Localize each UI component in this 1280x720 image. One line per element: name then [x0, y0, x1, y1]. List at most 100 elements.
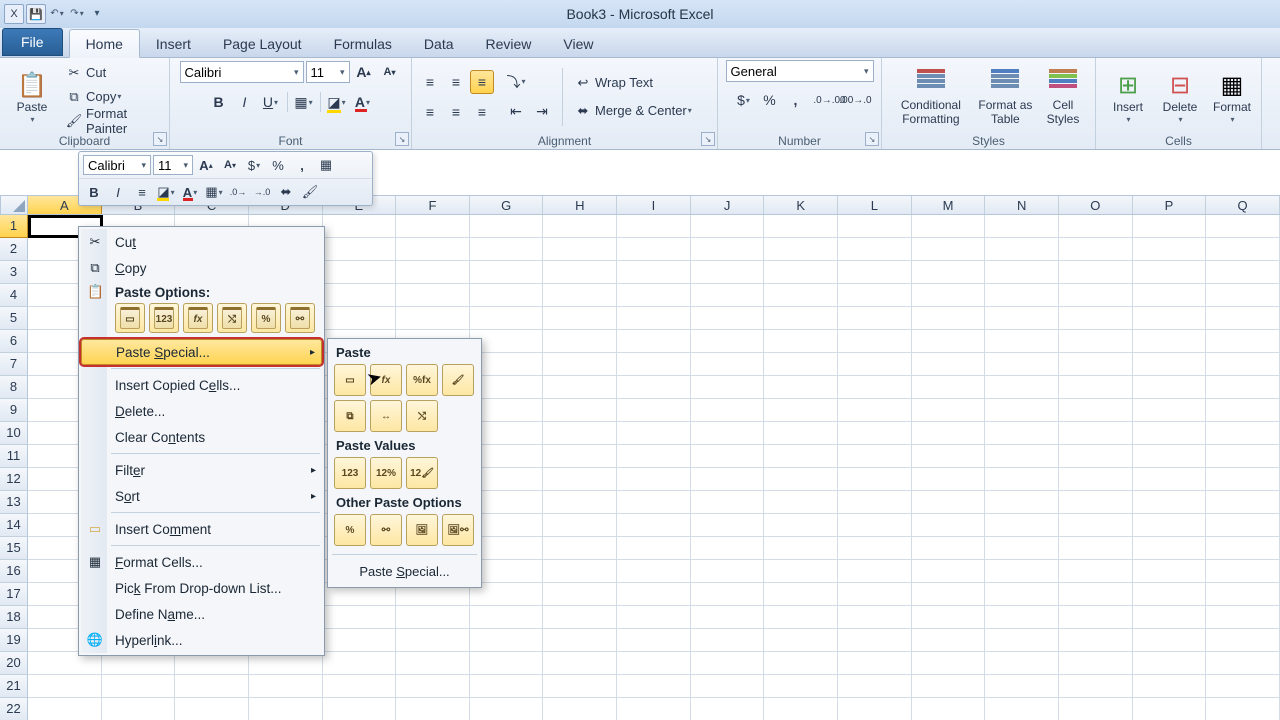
cell[interactable]: [1133, 468, 1207, 491]
cell[interactable]: [1133, 560, 1207, 583]
cell[interactable]: [691, 215, 765, 238]
cell[interactable]: [617, 376, 691, 399]
sub-values-number[interactable]: 12%: [370, 457, 402, 489]
cell[interactable]: [764, 491, 838, 514]
row-header-9[interactable]: 9: [0, 399, 28, 422]
sub-other-formatting[interactable]: %: [334, 514, 366, 546]
mini-font-color-icon[interactable]: A▾: [179, 181, 201, 203]
cell[interactable]: [1059, 491, 1133, 514]
cell[interactable]: [691, 422, 765, 445]
cell[interactable]: [617, 284, 691, 307]
cell[interactable]: [1133, 284, 1207, 307]
cell[interactable]: [1133, 399, 1207, 422]
cell[interactable]: [1059, 514, 1133, 537]
sub-paste-formulas-number[interactable]: %fx: [406, 364, 438, 396]
cell[interactable]: [470, 215, 544, 238]
cell[interactable]: [396, 629, 470, 652]
tab-review[interactable]: Review: [470, 30, 548, 57]
cell[interactable]: [543, 560, 617, 583]
borders-button[interactable]: ▦▾: [292, 90, 316, 114]
cell[interactable]: [691, 330, 765, 353]
cell[interactable]: [838, 353, 912, 376]
cell[interactable]: [1059, 698, 1133, 720]
cell[interactable]: [985, 445, 1059, 468]
cell[interactable]: [985, 376, 1059, 399]
cell[interactable]: [985, 238, 1059, 261]
cell[interactable]: [1059, 445, 1133, 468]
cell[interactable]: [1059, 284, 1133, 307]
cell[interactable]: [617, 238, 691, 261]
cell[interactable]: [838, 514, 912, 537]
cell[interactable]: [985, 698, 1059, 720]
insert-cells-button[interactable]: ⊞Insert▾: [1102, 67, 1154, 125]
cell[interactable]: [691, 399, 765, 422]
cell[interactable]: [691, 652, 765, 675]
col-header-N[interactable]: N: [985, 196, 1059, 214]
cell[interactable]: [617, 330, 691, 353]
row-header-2[interactable]: 2: [0, 238, 28, 261]
cell[interactable]: [912, 330, 986, 353]
tab-file[interactable]: File: [2, 28, 63, 56]
mini-shrink-font-icon[interactable]: A▾: [219, 154, 241, 176]
cell[interactable]: [912, 491, 986, 514]
cell[interactable]: [1206, 675, 1280, 698]
col-header-P[interactable]: P: [1133, 196, 1207, 214]
cell[interactable]: [764, 422, 838, 445]
cell[interactable]: [838, 376, 912, 399]
cell[interactable]: [543, 629, 617, 652]
copy-button[interactable]: ⧉Copy▾: [62, 86, 163, 108]
cell[interactable]: [543, 353, 617, 376]
decrease-indent-icon[interactable]: ⇤: [504, 100, 528, 124]
ctx-insert-copied-cells[interactable]: Insert Copied Cells...: [81, 372, 322, 398]
cell[interactable]: [912, 514, 986, 537]
col-header-H[interactable]: H: [543, 196, 617, 214]
sub-values-source[interactable]: 12🖌: [406, 457, 438, 489]
cell[interactable]: [912, 215, 986, 238]
cell[interactable]: [691, 491, 765, 514]
align-center-icon[interactable]: ≡: [444, 100, 468, 124]
cell[interactable]: [691, 376, 765, 399]
cell[interactable]: [617, 652, 691, 675]
cell[interactable]: [396, 652, 470, 675]
format-painter-button[interactable]: 🖌Format Painter: [62, 110, 163, 132]
align-middle-icon[interactable]: ≡: [444, 70, 468, 94]
row-header-19[interactable]: 19: [0, 629, 28, 652]
sub-paste-keep-width[interactable]: ↔: [370, 400, 402, 432]
cell[interactable]: [249, 698, 323, 720]
cell[interactable]: [617, 560, 691, 583]
cell[interactable]: [617, 583, 691, 606]
mini-currency-icon[interactable]: $▾: [243, 154, 265, 176]
cell[interactable]: [543, 307, 617, 330]
cell[interactable]: [985, 560, 1059, 583]
tab-data[interactable]: Data: [408, 30, 470, 57]
ctx-pick-list[interactable]: Pick From Drop-down List...: [81, 575, 322, 601]
cell[interactable]: [838, 399, 912, 422]
format-cells-button[interactable]: ▦Format▾: [1206, 67, 1258, 125]
mini-italic-icon[interactable]: I: [107, 181, 129, 203]
row-header-18[interactable]: 18: [0, 606, 28, 629]
cut-button[interactable]: ✂Cut: [62, 62, 163, 84]
cell[interactable]: [1133, 606, 1207, 629]
row-header-5[interactable]: 5: [0, 307, 28, 330]
ctx-paste-special[interactable]: Paste Special...▸: [81, 339, 322, 365]
cell[interactable]: [764, 583, 838, 606]
cell[interactable]: [543, 376, 617, 399]
cell[interactable]: [175, 698, 249, 720]
cell[interactable]: [323, 629, 397, 652]
mini-bold-icon[interactable]: B: [83, 181, 105, 203]
cell[interactable]: [28, 675, 102, 698]
cell[interactable]: [1206, 698, 1280, 720]
cell[interactable]: [1059, 330, 1133, 353]
cell[interactable]: [985, 514, 1059, 537]
qat-redo-icon[interactable]: ↷▾: [68, 4, 86, 22]
cell[interactable]: [543, 284, 617, 307]
cell[interactable]: [691, 583, 765, 606]
clipboard-launcher[interactable]: ↘: [153, 132, 167, 146]
align-left-icon[interactable]: ≡: [418, 100, 442, 124]
cell[interactable]: [985, 629, 1059, 652]
cell[interactable]: [1133, 652, 1207, 675]
cell[interactable]: [1133, 261, 1207, 284]
cell[interactable]: [912, 422, 986, 445]
cell[interactable]: [543, 652, 617, 675]
currency-button[interactable]: $▾: [732, 88, 756, 112]
